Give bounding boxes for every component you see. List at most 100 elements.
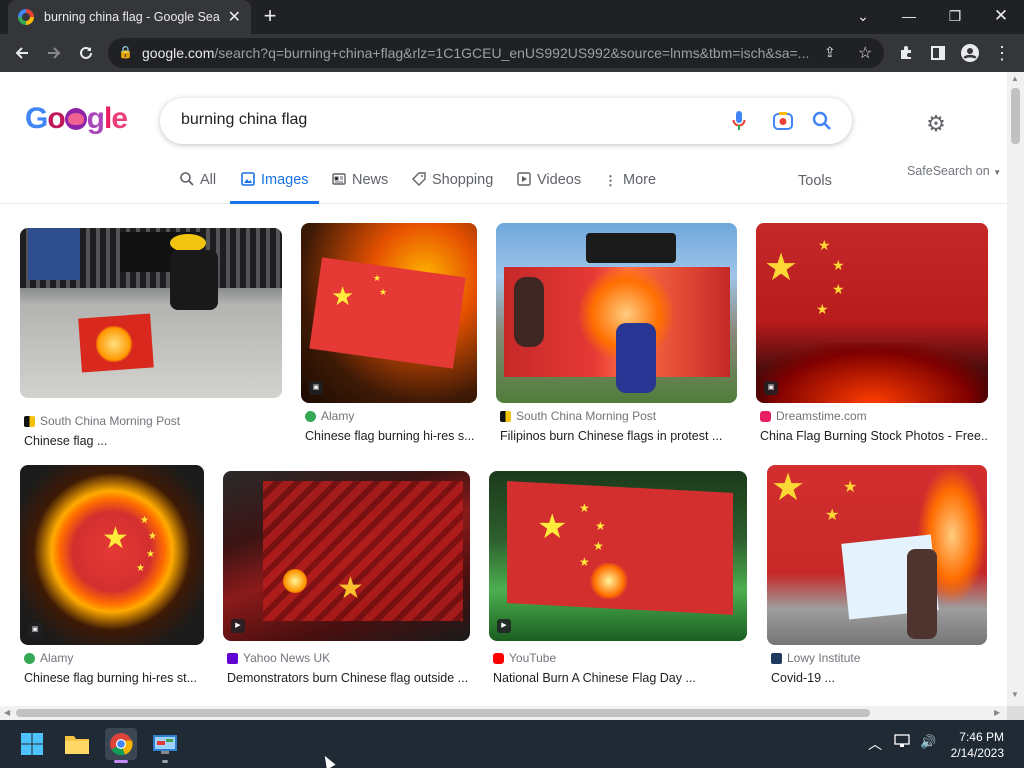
vertical-scroll-thumb[interactable]	[1011, 88, 1020, 144]
result-source[interactable]: Alamy	[305, 409, 354, 423]
system-clock[interactable]: 7:46 PM 2/14/2023	[942, 729, 1004, 761]
result-thumbnail[interactable]	[496, 223, 737, 403]
share-icon[interactable]: ⇪	[824, 44, 836, 61]
bookmark-star-icon[interactable]: ☆	[858, 43, 872, 63]
image-result-card[interactable]: ★ ★ ★ ★ ★ ▣ Dreamstime.com China Flag Bu…	[756, 223, 988, 448]
tab-videos[interactable]: Videos	[517, 172, 581, 204]
address-bar[interactable]: 🔒 google.com/search?q=burning+china+flag…	[108, 38, 884, 68]
result-title[interactable]: Chinese flag burning hi-res st...	[24, 671, 204, 685]
result-source[interactable]: Dreamstime.com	[760, 409, 867, 423]
source-favicon-icon	[760, 410, 771, 422]
tab-shopping[interactable]: Shopping	[412, 172, 493, 204]
scroll-down-arrow-icon[interactable]: ▼	[1011, 690, 1019, 699]
image-result-card[interactable]: ★ ★ ★ ★ ★ ▶ YouTube National Burn A Chin…	[489, 471, 747, 690]
extensions-icon[interactable]	[894, 41, 918, 65]
taskbar: ︿ 🔊 7:46 PM 2/14/2023	[0, 720, 1024, 768]
result-thumbnail[interactable]: ★ ★ ★ ★ ★ ▶	[489, 471, 747, 641]
result-source[interactable]: South China Morning Post	[24, 414, 180, 428]
result-thumbnail[interactable]	[20, 228, 282, 398]
new-tab-button[interactable]: +	[258, 4, 282, 28]
restore-button[interactable]: ❐	[932, 0, 978, 32]
lock-icon[interactable]: 🔒	[118, 45, 133, 59]
result-title[interactable]: Chinese flag ...	[24, 434, 282, 448]
back-icon[interactable]	[10, 41, 34, 65]
image-result-card[interactable]: ★ ★ ★ ★ ★ ▣ Alamy Chinese flag burning h…	[20, 465, 204, 690]
result-source[interactable]: Alamy	[24, 651, 73, 665]
play-icon	[517, 172, 531, 191]
close-window-button[interactable]: ✕	[978, 0, 1024, 32]
image-badge-icon: ▣	[28, 623, 42, 637]
reload-icon[interactable]	[74, 41, 98, 65]
result-source[interactable]: Yahoo News UK	[227, 651, 330, 665]
tab-news[interactable]: News	[332, 172, 388, 204]
result-title[interactable]: Covid-19 ...	[771, 671, 987, 685]
search-type-tabs: All Images News Shopping Videos ⋮ More	[0, 164, 1007, 204]
search-box[interactable]: burning china flag	[160, 98, 852, 144]
scroll-right-arrow-icon[interactable]: ▶	[994, 708, 1000, 717]
volume-icon[interactable]: 🔊	[920, 734, 936, 750]
close-tab-icon[interactable]: ✕	[228, 7, 241, 27]
vertical-scrollbar[interactable]: ▲ ▼	[1007, 72, 1024, 706]
search-query-text[interactable]: burning china flag	[181, 111, 307, 129]
tab-search-icon[interactable]: ⌄	[840, 0, 886, 32]
source-favicon-icon	[500, 410, 511, 422]
tab-images[interactable]: Images	[230, 172, 319, 204]
file-explorer-icon[interactable]	[61, 728, 93, 760]
browser-window: burning china flag - Google Sear ✕ + ⌄ —…	[0, 0, 1024, 768]
result-thumbnail[interactable]: ★ ★ ★	[767, 465, 987, 645]
source-favicon-icon	[305, 410, 316, 422]
youtube-favicon-icon	[493, 652, 504, 664]
clock-time: 7:46 PM	[959, 730, 1004, 744]
result-thumbnail[interactable]: ★ ★ ★ ▣	[301, 223, 477, 403]
scroll-up-arrow-icon[interactable]: ▲	[1011, 74, 1019, 83]
settings-gear-icon[interactable]: ⚙	[924, 112, 948, 136]
image-result-card[interactable]: ★ ★ ★ ▣ Alamy Chinese flag burning hi-re…	[301, 223, 477, 448]
chrome-taskbar-icon[interactable]	[105, 728, 137, 763]
result-source[interactable]: South China Morning Post	[500, 409, 656, 423]
result-thumbnail[interactable]: ★ ★ ★ ★ ★ ▣	[756, 223, 988, 403]
horizontal-scroll-thumb[interactable]	[16, 709, 870, 717]
tab-all[interactable]: All	[180, 172, 216, 204]
tab-more[interactable]: ⋮ More	[604, 172, 656, 204]
network-icon[interactable]	[894, 734, 912, 751]
horizontal-scrollbar[interactable]: ◀ ▶	[0, 706, 1007, 720]
lens-camera-icon[interactable]	[772, 110, 794, 132]
safesearch-menu[interactable]: SafeSearch on ▼	[907, 164, 1001, 178]
play-badge-icon: ▶	[497, 619, 511, 633]
image-badge-icon: ▣	[764, 381, 778, 395]
image-icon	[241, 172, 255, 191]
play-badge-icon: ▶	[231, 619, 245, 633]
minimize-button[interactable]: —	[886, 0, 932, 32]
image-result-card[interactable]: South China Morning Post Chinese flag ..…	[20, 228, 282, 448]
side-panel-icon[interactable]	[926, 41, 950, 65]
result-title[interactable]: Filipinos burn Chinese flags in protest …	[500, 429, 737, 443]
result-title[interactable]: Demonstrators burn Chinese flag outside …	[227, 671, 470, 685]
result-source[interactable]: YouTube	[493, 651, 556, 665]
windows-start-icon[interactable]	[16, 728, 48, 760]
result-source[interactable]: Lowy Institute	[771, 651, 860, 665]
active-indicator	[114, 760, 128, 763]
chrome-menu-icon[interactable]: ⋮	[990, 41, 1014, 65]
forward-icon[interactable]	[42, 41, 66, 65]
image-result-card[interactable]: ★ ▶ Yahoo News UK Demonstrators burn Chi…	[223, 471, 470, 690]
result-thumbnail[interactable]: ★ ★ ★ ★ ★ ▣	[20, 465, 204, 645]
url-text[interactable]: google.com/search?q=burning+china+flag&r…	[142, 45, 822, 61]
voice-search-icon[interactable]	[728, 110, 750, 132]
source-favicon-icon	[24, 415, 35, 427]
profile-avatar-icon[interactable]	[958, 41, 982, 65]
result-title[interactable]: National Burn A Chinese Flag Day ...	[493, 671, 747, 685]
tools-button[interactable]: Tools	[798, 173, 832, 189]
image-result-card[interactable]: ★ ★ ★ Lowy Institute Covid-19 ...	[767, 465, 987, 690]
image-result-card[interactable]: South China Morning Post Filipinos burn …	[496, 223, 737, 448]
search-icon[interactable]	[811, 110, 833, 132]
source-favicon-icon	[227, 652, 238, 664]
chevron-up-icon[interactable]: ︿	[868, 734, 882, 754]
result-title[interactable]: China Flag Burning Stock Photos - Free..…	[760, 429, 988, 443]
result-title[interactable]: Chinese flag burning hi-res s...	[305, 429, 477, 443]
search-icon	[180, 172, 194, 191]
google-doodle-logo[interactable]: Go gle	[25, 102, 128, 136]
control-panel-icon[interactable]	[149, 728, 181, 763]
result-thumbnail[interactable]: ★ ▶	[223, 471, 470, 641]
browser-tab[interactable]: burning china flag - Google Sear ✕	[8, 0, 251, 34]
scroll-left-arrow-icon[interactable]: ◀	[4, 708, 10, 717]
